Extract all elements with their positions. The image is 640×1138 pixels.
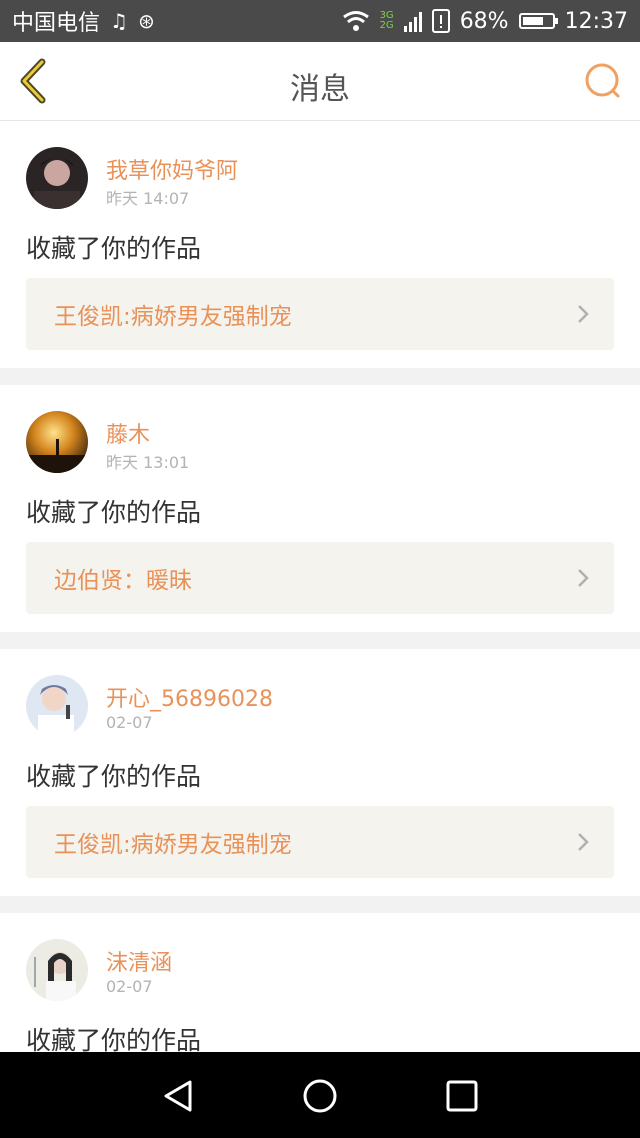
search-button[interactable] [582,60,626,104]
message-item[interactable]: 藤木 昨天 13:01 收藏了你的作品 边伯贤：暖昧 [0,385,640,632]
work-link[interactable]: 王俊凯:病娇男友强制宠 [26,806,614,878]
status-right: 3G 2G 68% 12:37 [342,9,628,34]
action-text: 收藏了你的作品 [26,1026,202,1052]
chevron-right-icon [578,833,589,851]
recents-square-icon[interactable] [442,1076,482,1116]
avatar[interactable] [26,675,88,737]
avatar-image [26,411,88,473]
status-left: 中国电信 ♫ ⊛ [12,5,155,37]
sim-alert-icon [431,9,450,33]
avatar-image [26,939,88,1001]
username[interactable]: 沫清涵 [106,945,172,977]
music-icon: ♫ [110,9,128,33]
clock: 12:37 [564,8,628,34]
message-item[interactable]: 沫清涵 02-07 收藏了你的作品 [0,913,640,1052]
battery-icon [518,13,558,29]
timestamp: 昨天 14:07 [106,189,190,208]
message-list[interactable]: 我草你妈爷阿 昨天 14:07 收藏了你的作品 王俊凯:病娇男友强制宠 藤木 昨… [0,121,640,1052]
work-title: 王俊凯:病娇男友强制宠 [54,304,292,330]
header-bar: 消息 [0,42,640,121]
work-title: 边伯贤：暖昧 [54,568,192,594]
avatar[interactable] [26,147,88,209]
timestamp: 昨天 13:01 [106,453,190,472]
battery-percent: 68% [459,8,509,34]
username[interactable]: 藤木 [106,417,150,449]
carrier-label: 中国电信 [12,11,101,36]
action-text: 收藏了你的作品 [26,234,202,263]
work-title: 王俊凯:病娇男友强制宠 [54,832,292,858]
wifi-icon [342,11,369,31]
app-notification-icon: ⊛ [137,9,155,33]
action-text: 收藏了你的作品 [26,762,202,791]
avatar-image [26,675,88,737]
timestamp: 02-07 [106,713,153,732]
timestamp: 02-07 [106,977,153,996]
home-circle-icon[interactable] [300,1076,340,1116]
username[interactable]: 开心_56896028 [106,681,273,713]
signal-icon [403,12,422,32]
chevron-right-icon [578,305,589,323]
message-item[interactable]: 我草你妈爷阿 昨天 14:07 收藏了你的作品 王俊凯:病娇男友强制宠 [0,121,640,368]
avatar[interactable] [26,411,88,473]
work-link[interactable]: 王俊凯:病娇男友强制宠 [26,278,614,350]
page-title: 消息 [290,72,350,107]
network-type-bottom: 2G [379,20,394,31]
action-text: 收藏了你的作品 [26,498,202,527]
avatar-image [26,147,88,209]
system-navigation-bar [0,1052,640,1138]
status-bar: 中国电信 ♫ ⊛ 3G 2G 68% 12:37 [0,0,640,42]
message-item[interactable]: 开心_56896028 02-07 收藏了你的作品 王俊凯:病娇男友强制宠 [0,649,640,896]
network-type: 3G 2G [380,11,394,31]
search-icon [585,63,620,98]
username[interactable]: 我草你妈爷阿 [106,153,238,185]
back-triangle-icon[interactable] [158,1076,198,1116]
avatar[interactable] [26,939,88,1001]
work-link[interactable]: 边伯贤：暖昧 [26,542,614,614]
chevron-right-icon [578,569,589,587]
